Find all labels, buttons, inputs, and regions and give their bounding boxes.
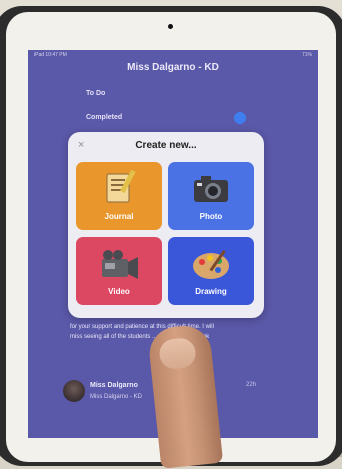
avatar[interactable] bbox=[63, 380, 85, 402]
photo-label: Photo bbox=[199, 212, 223, 221]
post-timestamp: 22h bbox=[246, 382, 257, 388]
front-camera bbox=[168, 24, 173, 29]
menu-item-todo[interactable]: To Do bbox=[86, 90, 105, 97]
completed-badge bbox=[234, 112, 246, 124]
profile-name: Miss Dalgarno bbox=[90, 382, 138, 389]
journal-label: Journal bbox=[104, 212, 134, 221]
journal-tile[interactable]: Journal bbox=[76, 162, 162, 230]
video-tile[interactable]: Video bbox=[76, 237, 162, 305]
page-title: Miss Dalgarno - KD bbox=[127, 62, 219, 73]
photo-tile[interactable]: Photo bbox=[168, 162, 254, 230]
status-bar: iPad 10:47 PM 71% bbox=[28, 50, 318, 59]
create-new-modal: × Create new... Journal Photo Video Draw… bbox=[68, 132, 264, 318]
menu-item-completed[interactable]: Completed bbox=[86, 114, 122, 121]
status-bar-left: iPad 10:47 PM bbox=[34, 52, 67, 58]
drawing-label: Drawing bbox=[195, 287, 227, 296]
profile-subtitle: Miss Dalgarno - KD bbox=[90, 394, 143, 400]
modal-title: Create new... bbox=[135, 140, 197, 151]
video-label: Video bbox=[108, 287, 130, 296]
status-bar-right: 71% bbox=[301, 52, 312, 58]
fingernail bbox=[158, 336, 197, 371]
drawing-tile[interactable]: Drawing bbox=[168, 237, 254, 305]
